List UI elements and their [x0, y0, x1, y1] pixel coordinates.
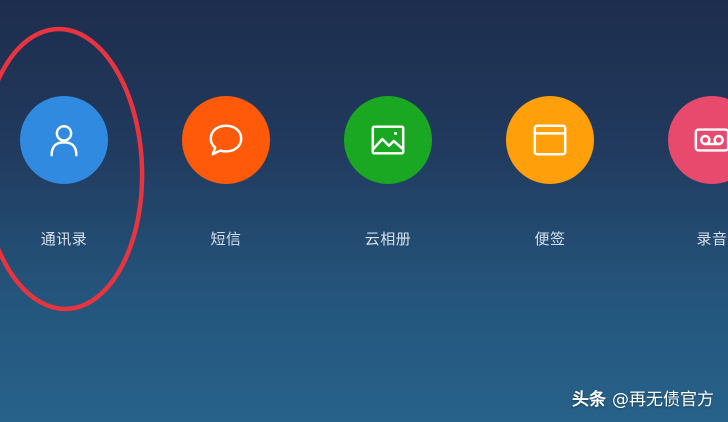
app-label-sms: 短信	[210, 230, 242, 248]
watermark-handle: @再无债官方	[612, 390, 714, 410]
recorder-icon-circle[interactable]	[668, 96, 728, 184]
sms-icon-circle[interactable]	[182, 96, 270, 184]
app-label-notes: 便签	[534, 230, 566, 248]
gallery-icon-circle[interactable]	[344, 96, 432, 184]
notes-icon	[533, 124, 567, 156]
app-contacts[interactable]: 通讯录	[19, 96, 109, 256]
contacts-icon-circle[interactable]	[20, 96, 108, 184]
watermark-brand: 头条	[572, 390, 606, 410]
app-gallery[interactable]: 云相册	[343, 96, 433, 256]
app-notes[interactable]: 便签	[505, 96, 595, 256]
notes-icon-circle[interactable]	[506, 96, 594, 184]
image-icon	[371, 125, 405, 155]
message-bubble-icon	[209, 124, 243, 156]
app-label-gallery: 云相册	[364, 230, 412, 248]
app-recorder[interactable]: 录音	[667, 96, 728, 256]
app-label-contacts: 通讯录	[40, 230, 88, 248]
contacts-icon	[50, 124, 78, 157]
app-label-recorder: 录音	[696, 230, 728, 248]
app-sms[interactable]: 短信	[181, 96, 271, 256]
recorder-icon	[694, 128, 728, 152]
watermark: 头条 @再无债官方	[572, 385, 714, 410]
